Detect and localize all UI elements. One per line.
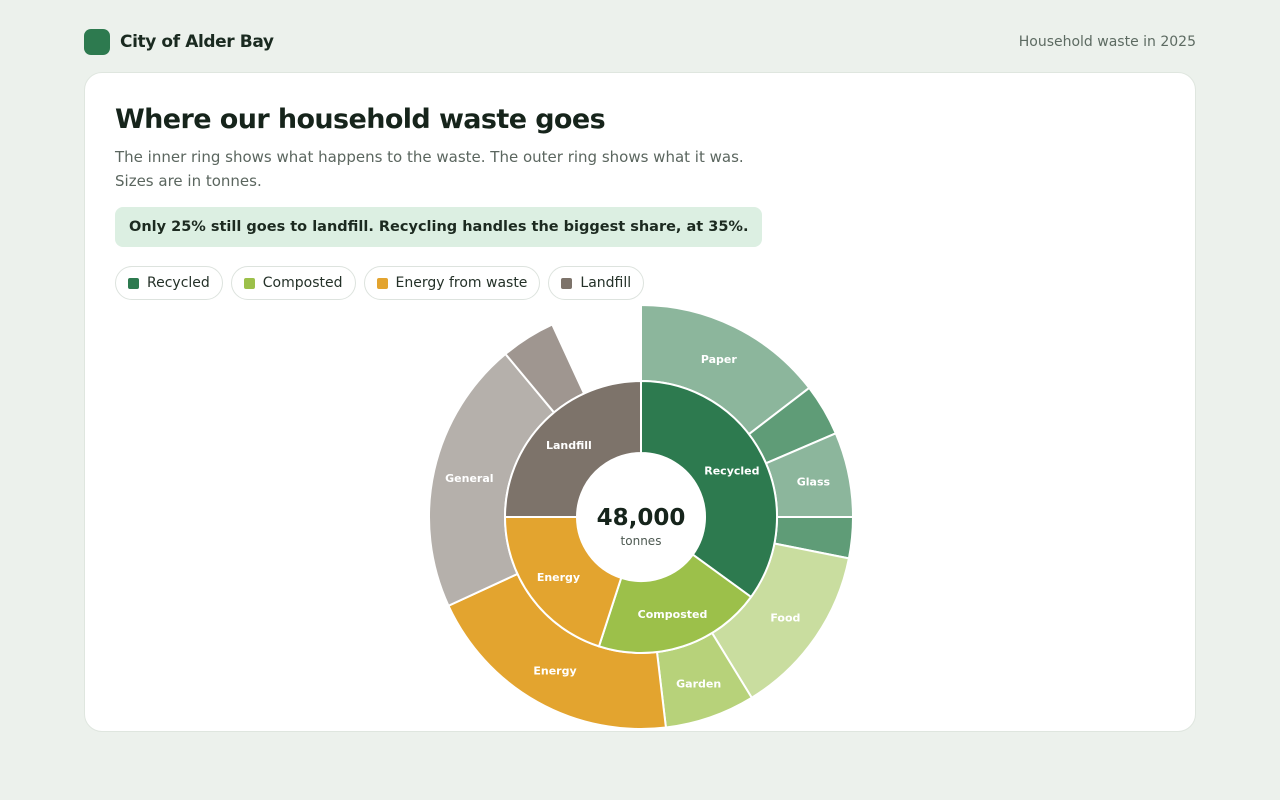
inner-segment-energy-from-waste[interactable] (503, 516, 623, 648)
outer-label-garden: Garden (676, 677, 721, 690)
outer-segment-food-4[interactable] (710, 542, 851, 700)
legend-item-recycled[interactable]: Recycled (115, 266, 223, 300)
legend-swatch (561, 277, 573, 289)
page-title: Where our household waste goes (115, 104, 606, 135)
outer-label-paper: Paper (701, 353, 738, 366)
brand-name: City of Alder Bay (120, 32, 274, 52)
legend-item-landfill[interactable]: Landfill (548, 266, 645, 300)
legend: Recycled Composted Energy from waste Lan… (115, 266, 1165, 300)
center-total: 48,000 (597, 505, 686, 531)
inner-segment-composted[interactable] (597, 553, 753, 654)
report-context: Household waste in 2025 (1018, 34, 1196, 50)
legend-swatch (376, 277, 388, 289)
legend-item-energy-from-waste[interactable]: Energy from waste (363, 266, 541, 300)
outer-segment-garden-5[interactable] (655, 631, 754, 729)
page-subtitle: The inner ring shows what happens to the… (115, 148, 744, 190)
outer-label-general: General (445, 472, 493, 485)
legend-label: Composted (262, 275, 343, 291)
outer-segment-general-7[interactable] (428, 352, 556, 608)
key-insight-callout: Only 25% still goes to landfill. Recycli… (115, 207, 763, 247)
legend-swatch (128, 277, 139, 289)
outer-segment-recycled-3[interactable] (773, 516, 855, 560)
legend-label: Landfill (580, 275, 632, 291)
legend-swatch (243, 277, 255, 289)
outer-label-food: Food (770, 612, 800, 625)
inner-label-landfill: Landfill (546, 439, 592, 452)
center-unit: tonnes (621, 534, 662, 548)
outer-segment-landfill-8[interactable] (504, 323, 586, 414)
inner-label-energy: Energy (537, 571, 580, 584)
inner-label-composted: Composted (638, 608, 708, 621)
inner-segment-recycled[interactable] (640, 379, 778, 599)
outer-label-glass: Glass (797, 476, 831, 489)
inner-label-recycled: Recycled (704, 465, 759, 478)
center-hole (577, 453, 705, 581)
inner-segment-landfill[interactable] (503, 379, 642, 518)
outer-segment-energy-6[interactable] (447, 572, 668, 730)
outer-segment-glass-2[interactable] (764, 432, 855, 518)
top-bar: City of Alder Bay Household waste in 202… (84, 28, 1196, 56)
outer-segment-recycled-1[interactable] (747, 386, 838, 465)
legend-label: Recycled (147, 275, 210, 291)
legend-label: Energy from waste (395, 275, 528, 291)
outer-segment-paper-0[interactable] (640, 303, 811, 436)
legend-item-composted[interactable]: Composted (230, 266, 356, 300)
city-logo-icon (84, 29, 110, 55)
chart-card: Paper Glass Food Garden Energy General Recycle… (84, 72, 1196, 732)
outer-label-energy: Energy (533, 665, 576, 678)
card-content: Where our household waste goes The inner… (115, 103, 1165, 300)
brand[interactable]: City of Alder Bay (84, 29, 274, 55)
